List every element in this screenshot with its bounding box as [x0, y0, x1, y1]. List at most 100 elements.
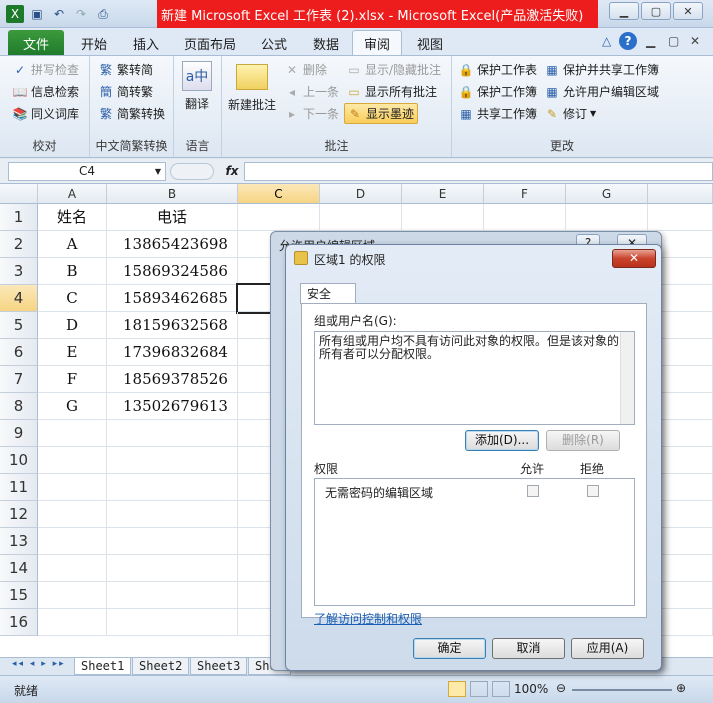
zoom-out-icon[interactable]: ⊖ — [556, 681, 566, 695]
cell[interactable]: B — [38, 258, 107, 285]
next-comment-button[interactable]: ▸ 下一条 — [284, 105, 339, 122]
show-hide-comment-button[interactable]: ▭ 显示/隐藏批注 — [346, 61, 441, 78]
allow-edit-ranges-button[interactable]: ▦ 允许用户编辑区域 — [544, 83, 659, 100]
show-ink-button[interactable]: ✎ 显示墨迹 — [344, 103, 419, 124]
name-box[interactable]: C4 ▼ — [8, 162, 166, 181]
page-break-view-icon[interactable] — [492, 681, 510, 697]
cell[interactable] — [38, 582, 107, 609]
column-header[interactable]: F — [484, 184, 566, 204]
print-preview-icon[interactable]: ⎙ — [94, 5, 112, 23]
cell[interactable]: 17396832684 — [107, 339, 238, 366]
tab-formulas[interactable]: 公式 — [252, 30, 296, 56]
row-header[interactable]: 14 — [0, 555, 38, 582]
share-workbook-button[interactable]: ▦ 共享工作簿 — [458, 105, 537, 122]
tab-security[interactable]: 安全 — [300, 283, 356, 304]
row-header[interactable]: 13 — [0, 528, 38, 555]
insert-function-button[interactable]: fx — [222, 162, 242, 181]
cell[interactable] — [107, 447, 238, 474]
row-header[interactable]: 4 — [0, 285, 38, 312]
cell[interactable] — [402, 204, 484, 231]
group-users-list[interactable]: 所有组或用户均不具有访问此对象的权限。但是该对象的所有者可以分配权限。 — [314, 331, 635, 425]
row-header[interactable]: 8 — [0, 393, 38, 420]
remove-button[interactable]: 删除(R) — [546, 430, 620, 451]
column-header[interactable]: G — [566, 184, 648, 204]
delete-comment-button[interactable]: ✕ 删除 — [284, 61, 327, 78]
tab-home[interactable]: 开始 — [72, 30, 116, 56]
formula-splitter-handle[interactable] — [170, 163, 214, 180]
allow-checkbox[interactable] — [527, 485, 539, 497]
tab-data[interactable]: 数据 — [304, 30, 348, 56]
cell[interactable]: C — [38, 285, 107, 312]
row-header[interactable]: 12 — [0, 501, 38, 528]
cell[interactable]: 13502679613 — [107, 393, 238, 420]
row-header[interactable]: 7 — [0, 366, 38, 393]
column-header[interactable]: B — [107, 184, 238, 204]
access-control-link[interactable]: 了解访问控制和权限 — [314, 610, 422, 627]
row-header[interactable]: 1 — [0, 204, 38, 231]
protect-share-button[interactable]: ▦ 保护并共享工作簿 — [544, 61, 659, 78]
cell[interactable] — [648, 204, 713, 231]
row-header[interactable]: 16 — [0, 609, 38, 636]
column-header[interactable]: C — [238, 184, 320, 204]
column-header[interactable]: E — [402, 184, 484, 204]
row-header[interactable]: 11 — [0, 474, 38, 501]
cell[interactable]: 15893462685 — [107, 285, 238, 312]
help-icon[interactable]: ? — [619, 32, 637, 50]
cell[interactable] — [38, 474, 107, 501]
sheet-tab[interactable]: Sheet2 — [132, 658, 190, 675]
row-header[interactable]: 2 — [0, 231, 38, 258]
cell[interactable] — [484, 204, 566, 231]
column-header[interactable] — [648, 184, 713, 204]
cell[interactable]: 18159632568 — [107, 312, 238, 339]
row-header[interactable]: 6 — [0, 339, 38, 366]
tab-view[interactable]: 视图 — [408, 30, 452, 56]
research-button[interactable]: 📖 信息检索 — [12, 83, 80, 100]
ribbon-minimize-icon[interactable]: ▁ — [646, 34, 655, 48]
cell[interactable] — [38, 447, 107, 474]
page-layout-view-icon[interactable] — [470, 681, 488, 697]
tab-insert[interactable]: 插入 — [124, 30, 168, 56]
tab-file[interactable]: 文件 — [8, 30, 64, 56]
previous-comment-button[interactable]: ◂ 上一条 — [284, 83, 339, 100]
row-header[interactable]: 15 — [0, 582, 38, 609]
thesaurus-button[interactable]: 📚 同义词库 — [12, 105, 80, 122]
cell[interactable] — [107, 528, 238, 555]
cell[interactable] — [38, 501, 107, 528]
ribbon-restore-icon[interactable]: ▢ — [668, 34, 679, 48]
column-header[interactable]: A — [38, 184, 107, 204]
row-header[interactable]: 9 — [0, 420, 38, 447]
cell[interactable]: F — [38, 366, 107, 393]
zoom-slider[interactable] — [572, 689, 672, 691]
cell[interactable] — [38, 528, 107, 555]
redo-icon[interactable]: ↷ — [72, 5, 90, 23]
row-header[interactable]: 10 — [0, 447, 38, 474]
collapse-ribbon-icon[interactable]: △ — [602, 34, 611, 48]
spell-check-button[interactable]: ✓ 拼写检查 — [12, 61, 79, 78]
deny-checkbox[interactable] — [587, 485, 599, 497]
cell[interactable]: 13865423698 — [107, 231, 238, 258]
cell[interactable]: 姓名 — [38, 204, 107, 231]
apply-button[interactable]: 应用(A) — [571, 638, 644, 659]
cell[interactable]: 15869324586 — [107, 258, 238, 285]
protect-workbook-button[interactable]: 🔒 保护工作簿 — [458, 83, 538, 100]
cell[interactable] — [107, 420, 238, 447]
tab-review[interactable]: 审阅 — [352, 30, 402, 56]
convert-button[interactable]: 繁简繁转换 — [98, 105, 165, 122]
new-comment-button[interactable]: 新建批注 — [228, 64, 276, 113]
cell[interactable] — [38, 555, 107, 582]
excel-logo-icon[interactable]: X — [6, 5, 24, 23]
undo-icon[interactable]: ↶ — [50, 5, 68, 23]
cell[interactable] — [566, 204, 648, 231]
cell[interactable]: E — [38, 339, 107, 366]
sheet-tab[interactable]: Sheet3 — [190, 658, 248, 675]
cell[interactable]: D — [38, 312, 107, 339]
protect-sheet-button[interactable]: 🔒 保护工作表 — [458, 61, 538, 78]
close-button[interactable]: ✕ — [612, 249, 656, 268]
cell[interactable] — [107, 609, 238, 636]
show-all-comments-button[interactable]: ▭ 显示所有批注 — [346, 83, 437, 100]
cell[interactable] — [107, 555, 238, 582]
zoom-level[interactable]: 100% — [514, 682, 548, 696]
cell[interactable] — [107, 582, 238, 609]
cancel-button[interactable]: 取消 — [492, 638, 565, 659]
cell[interactable]: 电话 — [107, 204, 238, 231]
